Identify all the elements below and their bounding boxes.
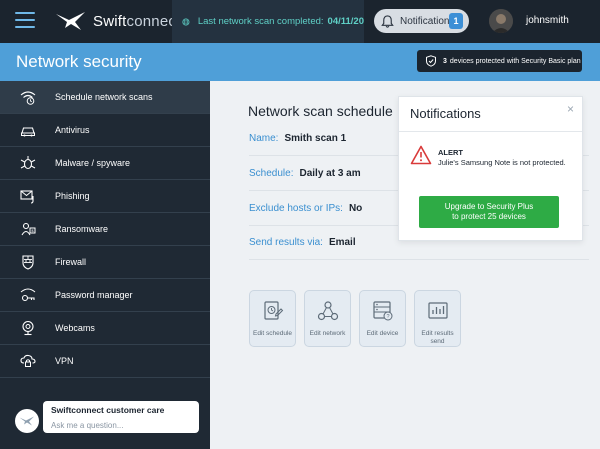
- vpn-icon: [20, 353, 36, 369]
- edit-schedule-icon: [264, 301, 284, 320]
- brand-name: Swiftconnect: [93, 12, 181, 30]
- network-icon: [317, 301, 339, 321]
- chart-icon: [428, 302, 448, 319]
- sidebar-item-malware-spyware[interactable]: Malware / spyware: [0, 147, 210, 180]
- upgrade-button[interactable]: Upgrade to Security Plus to protect 25 de…: [419, 196, 559, 228]
- field-label: Name:: [249, 133, 279, 144]
- edit-device-button[interactable]: ? Edit device: [359, 290, 406, 347]
- menu-icon[interactable]: [15, 12, 35, 28]
- care-avatar[interactable]: [15, 409, 39, 433]
- edit-results-send-button[interactable]: Edit results send: [414, 290, 461, 347]
- action-label: Edit network: [309, 330, 346, 337]
- sidebar-item-label: Firewall: [55, 257, 87, 267]
- top-bar: Swiftconnect Last network scan completed…: [0, 0, 600, 43]
- alert-message: Julie's Samsung Note is not protected.: [438, 158, 566, 167]
- user-photo-icon: [489, 9, 513, 33]
- sidebar-item-label: Ransomware: [55, 224, 109, 234]
- swift-bird-icon: [56, 12, 85, 30]
- sidebar-item-label: Phishing: [55, 191, 90, 201]
- username[interactable]: johnsmith: [526, 15, 569, 26]
- sidebar-item-vpn[interactable]: VPN: [0, 345, 210, 378]
- field-value: Smith scan 1: [284, 133, 347, 144]
- shield-icon: [426, 55, 436, 67]
- webcam-icon: [20, 320, 36, 336]
- last-scan-status: Last network scan completed: 04/11/20: [172, 0, 364, 43]
- edit-schedule-button[interactable]: Edit schedule: [249, 290, 296, 347]
- firewall-icon: [20, 254, 36, 270]
- bug-icon: [20, 155, 36, 171]
- customer-care-chat: Swiftconnect customer care: [43, 401, 199, 433]
- field-value: Daily at 3 am: [299, 168, 361, 179]
- sidebar-item-antivirus[interactable]: Antivirus: [0, 114, 210, 147]
- sidebar-item-password-manager[interactable]: Password manager: [0, 279, 210, 312]
- care-question-input[interactable]: [51, 421, 191, 430]
- sidebar-item-firewall[interactable]: Firewall: [0, 246, 210, 279]
- field-value: No: [348, 203, 363, 214]
- warning-icon: [410, 145, 432, 165]
- sidebar-item-ransomware[interactable]: $ Ransomware: [0, 213, 210, 246]
- svg-text:$: $: [31, 228, 34, 233]
- notifications-popup: Notifications × ALERT Julie's Samsung No…: [398, 96, 583, 241]
- field-label: Exclude hosts or IPs:: [249, 203, 343, 214]
- section-title: Network scan schedule: [248, 103, 393, 119]
- care-title: Swiftconnect customer care: [51, 405, 165, 415]
- sidebar-item-webcams[interactable]: Webcams: [0, 312, 210, 345]
- sidebar-item-label: Schedule network scans: [55, 92, 153, 102]
- sidebar-item-label: Antivirus: [55, 125, 90, 135]
- notifications-button[interactable]: Notifications 1: [374, 9, 469, 33]
- ransomware-icon: $: [20, 221, 36, 237]
- scan-date: 04/11/20: [327, 16, 364, 27]
- divider: [399, 131, 582, 132]
- protection-plan-text: devices protected with Security Basic pl…: [449, 57, 581, 65]
- wifi-clock-icon: [20, 89, 36, 105]
- svg-text:?: ?: [386, 314, 389, 320]
- car-shield-icon: [20, 122, 36, 138]
- action-label: Edit device: [366, 330, 399, 337]
- sidebar-item-label: Webcams: [55, 323, 95, 333]
- page-title: Network security: [16, 52, 142, 71]
- globe-icon: [182, 17, 190, 26]
- sidebar-item-label: Password manager: [55, 290, 133, 300]
- edit-network-button[interactable]: Edit network: [304, 290, 351, 347]
- sidebar: Schedule network scans Antivirus Malware…: [0, 81, 210, 449]
- action-label: Edit results send: [421, 330, 454, 345]
- field-label: Schedule:: [249, 168, 294, 179]
- field-label: Send results via:: [249, 237, 323, 248]
- sidebar-item-schedule-network-scans[interactable]: Schedule network scans: [0, 81, 210, 114]
- device-icon: ?: [373, 301, 393, 321]
- protected-device-count: 3: [443, 57, 447, 65]
- swift-bird-icon: [19, 416, 34, 426]
- sidebar-item-label: Malware / spyware: [55, 158, 131, 168]
- popup-title: Notifications: [410, 106, 481, 121]
- close-icon[interactable]: ×: [567, 103, 574, 115]
- alert-heading: ALERT: [438, 148, 463, 157]
- avatar[interactable]: [489, 9, 513, 33]
- sidebar-item-label: VPN: [55, 356, 74, 366]
- notifications-label: Notifications: [400, 15, 455, 27]
- bell-icon: [381, 14, 394, 28]
- protection-status-badge[interactable]: 3 devices protected with Security Basic …: [417, 50, 582, 72]
- key-wifi-icon: [20, 287, 36, 303]
- field-value: Email: [328, 237, 356, 248]
- notifications-count-badge: 1: [449, 13, 463, 29]
- scan-label: Last network scan completed:: [197, 16, 324, 27]
- sidebar-item-phishing[interactable]: Phishing: [0, 180, 210, 213]
- mail-hook-icon: [20, 188, 36, 204]
- action-label: Edit schedule: [252, 330, 293, 337]
- logo[interactable]: Swiftconnect: [55, 9, 180, 33]
